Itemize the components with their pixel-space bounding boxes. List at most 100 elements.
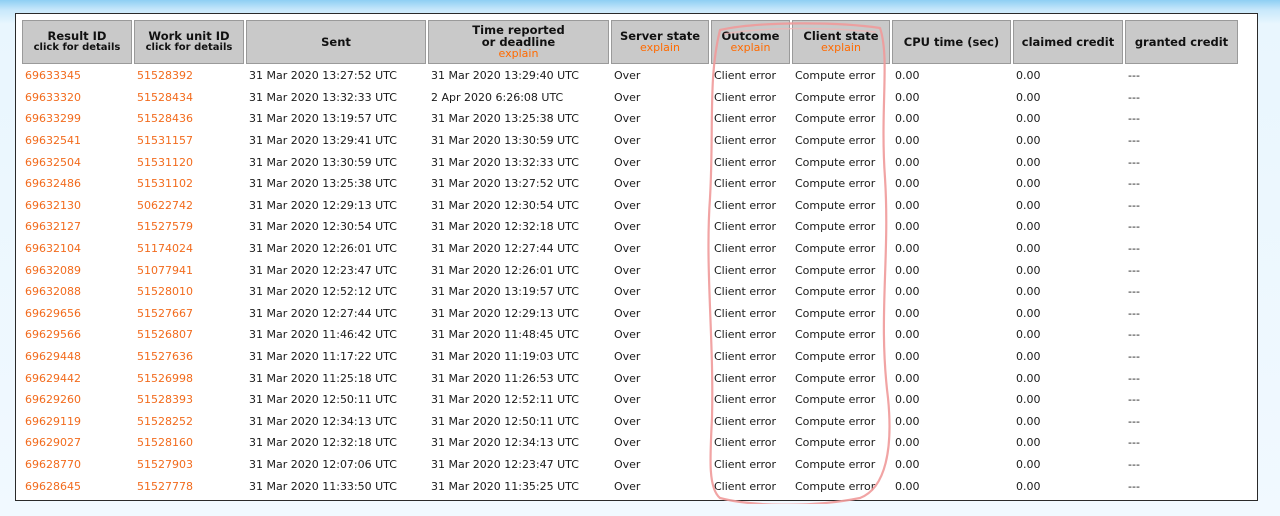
workunit-id-link[interactable]: 51526998 — [134, 368, 244, 388]
result-id-link[interactable]: 69633320 — [22, 88, 132, 108]
client-state-cell: Compute error — [795, 263, 876, 277]
granted-credit-cell: --- — [1128, 198, 1140, 212]
cpu-time-cell: 0.00 — [895, 90, 920, 104]
server-state-cell: Over — [614, 306, 641, 320]
server-state-cell: Over — [614, 285, 641, 299]
outcome-cell: Client error — [714, 371, 776, 385]
outcome-cell: Client error — [714, 155, 776, 169]
client-state-explain-link[interactable]: explain — [795, 42, 887, 54]
reported-cell: 31 Mar 2020 13:19:57 UTC — [431, 285, 579, 299]
granted-credit-cell: --- — [1128, 155, 1140, 169]
workunit-id-link[interactable]: 51528393 — [134, 390, 244, 410]
result-id-link[interactable]: 69629027 — [22, 433, 132, 453]
server-state-explain-link[interactable]: explain — [614, 42, 706, 54]
workunit-id-link[interactable]: 51528252 — [134, 412, 244, 432]
result-id-link[interactable]: 69629656 — [22, 304, 132, 324]
workunit-id-link[interactable]: 51528434 — [134, 88, 244, 108]
server-state-cell: Over — [614, 155, 641, 169]
granted-credit-cell: --- — [1128, 436, 1140, 450]
workunit-id-link[interactable]: 51077941 — [134, 260, 244, 280]
client-state-cell: Compute error — [795, 414, 876, 428]
granted-credit-cell: --- — [1128, 220, 1140, 234]
outcome-cell: Client error — [714, 242, 776, 256]
reported-cell: 31 Mar 2020 12:27:44 UTC — [431, 242, 579, 256]
table-row: 69628770 51527903 31 Mar 2020 12:07:06 UTC… — [22, 455, 1238, 475]
outcome-cell: Client error — [714, 436, 776, 450]
result-id-link[interactable]: 69628770 — [22, 455, 132, 475]
workunit-id-link[interactable]: 51528160 — [134, 433, 244, 453]
workunit-id-link[interactable]: 51531102 — [134, 174, 244, 194]
granted-credit-cell: --- — [1128, 457, 1140, 471]
client-state-cell: Compute error — [795, 134, 876, 148]
table-row: 69632486 51531102 31 Mar 2020 13:25:38 UTC… — [22, 174, 1238, 194]
client-state-cell: Compute error — [795, 371, 876, 385]
result-id-link[interactable]: 69632486 — [22, 174, 132, 194]
reported-cell: 31 Mar 2020 12:26:01 UTC — [431, 263, 579, 277]
reported-cell: 31 Mar 2020 13:29:40 UTC — [431, 69, 579, 83]
granted-credit-cell: --- — [1128, 112, 1140, 126]
workunit-id-link[interactable]: 51531157 — [134, 131, 244, 151]
client-state-cell: Compute error — [795, 393, 876, 407]
workunit-id-link[interactable]: 50622742 — [134, 196, 244, 216]
result-id-link[interactable]: 69632130 — [22, 196, 132, 216]
result-id-link[interactable]: 69629566 — [22, 325, 132, 345]
reported-cell: 31 Mar 2020 12:29:13 UTC — [431, 306, 579, 320]
workunit-id-link[interactable]: 51526807 — [134, 325, 244, 345]
workunit-id-link[interactable]: 51528436 — [134, 109, 244, 129]
reported-cell: 31 Mar 2020 12:34:13 UTC — [431, 436, 579, 450]
result-id-link[interactable]: 69633345 — [22, 66, 132, 86]
workunit-id-link[interactable]: 51528392 — [134, 66, 244, 86]
client-state-cell: Compute error — [795, 306, 876, 320]
workunit-id-link[interactable]: 51174024 — [134, 239, 244, 259]
sent-cell: 31 Mar 2020 13:29:41 UTC — [249, 134, 397, 148]
result-id-link[interactable]: 69632504 — [22, 152, 132, 172]
result-id-link[interactable]: 69629442 — [22, 368, 132, 388]
sent-cell: 31 Mar 2020 13:30:59 UTC — [249, 155, 397, 169]
workunit-id-link[interactable]: 51527667 — [134, 304, 244, 324]
server-state-cell: Over — [614, 134, 641, 148]
result-id-link[interactable]: 69632541 — [22, 131, 132, 151]
claimed-credit-cell: 0.00 — [1016, 436, 1041, 450]
header-workunit-id: Work unit ID click for details — [134, 20, 244, 64]
workunit-id-link[interactable]: 51527778 — [134, 476, 244, 496]
time-reported-explain-link[interactable]: explain — [431, 48, 606, 60]
table-row: 69628645 51527778 31 Mar 2020 11:33:50 UTC… — [22, 476, 1238, 496]
result-id-link[interactable]: 69632089 — [22, 260, 132, 280]
result-id-link[interactable]: 69632088 — [22, 282, 132, 302]
outcome-cell: Client error — [714, 306, 776, 320]
results-table-body: 69633345 51528392 31 Mar 2020 13:27:52 UTC… — [22, 66, 1238, 496]
workunit-id-link[interactable]: 51528010 — [134, 282, 244, 302]
workunit-id-link[interactable]: 51531120 — [134, 152, 244, 172]
header-sent: Sent — [246, 20, 426, 64]
claimed-credit-cell: 0.00 — [1016, 134, 1041, 148]
result-id-link[interactable]: 69629448 — [22, 347, 132, 367]
cpu-time-cell: 0.00 — [895, 134, 920, 148]
outcome-cell: Client error — [714, 328, 776, 342]
claimed-credit-cell: 0.00 — [1016, 242, 1041, 256]
result-id-link[interactable]: 69633299 — [22, 109, 132, 129]
header-workunit-id-sub: click for details — [145, 42, 233, 53]
result-id-link[interactable]: 69632104 — [22, 239, 132, 259]
granted-credit-cell: --- — [1128, 371, 1140, 385]
cpu-time-cell: 0.00 — [895, 393, 920, 407]
server-state-cell: Over — [614, 198, 641, 212]
table-row: 69632504 51531120 31 Mar 2020 13:30:59 UTC… — [22, 152, 1238, 172]
result-id-link[interactable]: 69629260 — [22, 390, 132, 410]
cpu-time-cell: 0.00 — [895, 306, 920, 320]
outcome-explain-link[interactable]: explain — [714, 42, 787, 54]
workunit-id-link[interactable]: 51527903 — [134, 455, 244, 475]
sent-cell: 31 Mar 2020 13:19:57 UTC — [249, 112, 397, 126]
workunit-id-link[interactable]: 51527636 — [134, 347, 244, 367]
result-id-link[interactable]: 69628645 — [22, 476, 132, 496]
claimed-credit-cell: 0.00 — [1016, 90, 1041, 104]
table-row: 69629448 51527636 31 Mar 2020 11:17:22 UTC… — [22, 347, 1238, 367]
cpu-time-cell: 0.00 — [895, 457, 920, 471]
reported-cell: 31 Mar 2020 11:26:53 UTC — [431, 371, 579, 385]
result-id-link[interactable]: 69629119 — [22, 412, 132, 432]
sent-cell: 31 Mar 2020 11:33:50 UTC — [249, 479, 397, 493]
header-cpu-time: CPU time (sec) — [892, 20, 1011, 64]
sent-cell: 31 Mar 2020 12:50:11 UTC — [249, 393, 397, 407]
header-result-id-sub: click for details — [33, 42, 121, 53]
workunit-id-link[interactable]: 51527579 — [134, 217, 244, 237]
result-id-link[interactable]: 69632127 — [22, 217, 132, 237]
